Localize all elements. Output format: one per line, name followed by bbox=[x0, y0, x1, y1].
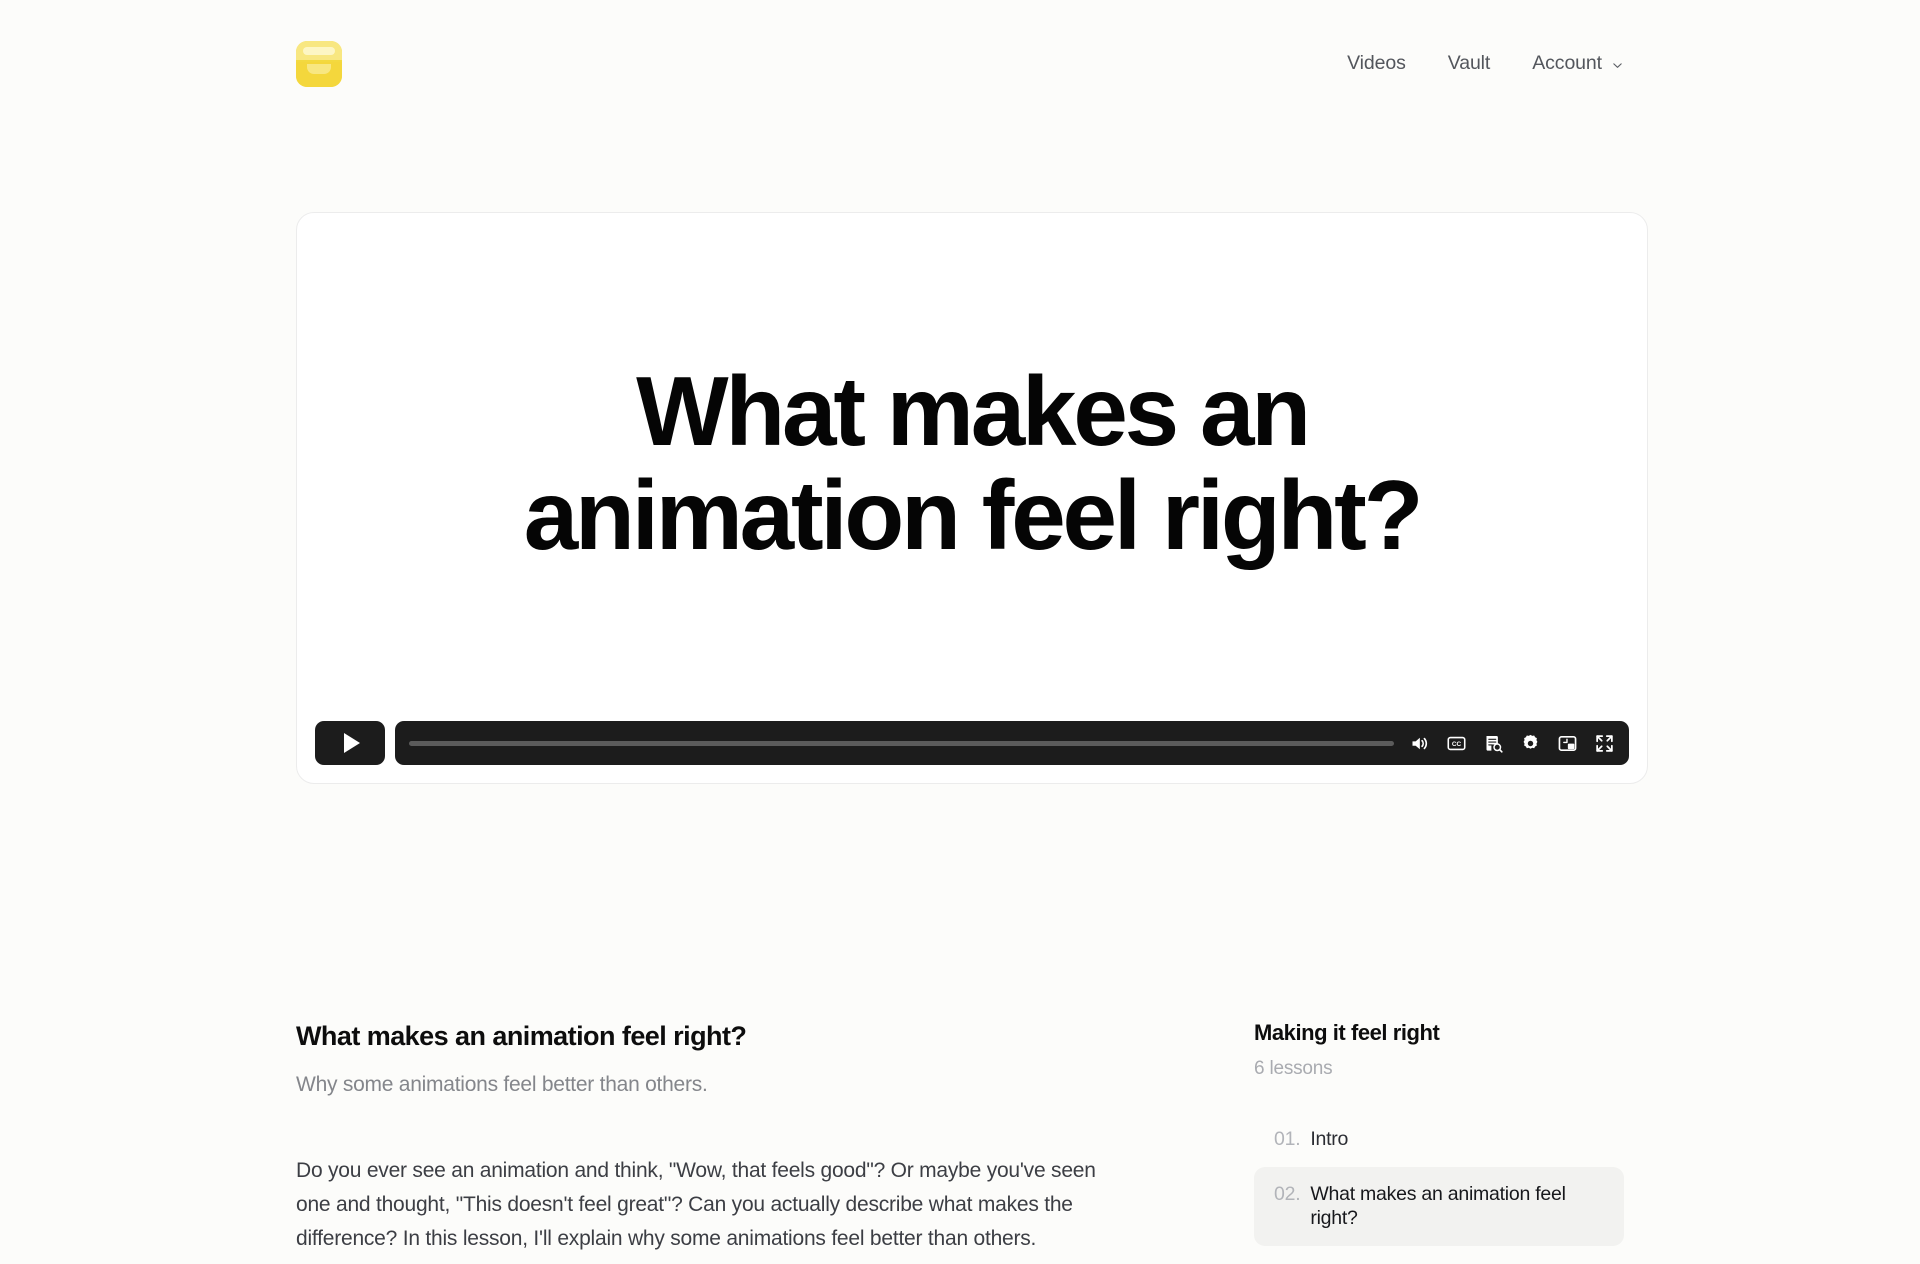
main-nav: Videos Vault Account bbox=[1347, 54, 1624, 74]
lessons-count-label: 6 lessons bbox=[1254, 1058, 1333, 1080]
volume-icon[interactable] bbox=[1408, 732, 1430, 754]
lesson-number: 01. bbox=[1274, 1128, 1301, 1151]
svg-text:CC: CC bbox=[1451, 741, 1461, 748]
video-player-card: What makes an animation feel right? CC bbox=[296, 212, 1648, 784]
lesson-content-row: What makes an animation feel right? Why … bbox=[296, 1020, 1624, 1264]
article-subtitle: Why some animations feel better than oth… bbox=[296, 1072, 708, 1096]
nav-account-label: Account bbox=[1532, 52, 1602, 75]
player-control-bar: CC bbox=[315, 721, 1629, 765]
video-stage[interactable]: What makes an animation feel right? CC bbox=[306, 222, 1638, 774]
lesson-number: 02. bbox=[1274, 1182, 1301, 1205]
lesson-label: The Easing Blueprint bbox=[1310, 1261, 1486, 1264]
video-poster-title: What makes an animation feel right? bbox=[523, 356, 1424, 570]
logo-tray-lid bbox=[296, 41, 342, 62]
page-title: What makes an animation feel right? bbox=[296, 1021, 747, 1051]
progress-scrubber[interactable] bbox=[409, 740, 1394, 746]
play-icon[interactable] bbox=[315, 721, 385, 765]
nav-account-menu[interactable]: Account bbox=[1532, 54, 1624, 74]
settings-gear-icon[interactable] bbox=[1519, 732, 1541, 754]
lesson-label: What makes an animation feel right? bbox=[1310, 1182, 1566, 1230]
inbox-tray-icon[interactable] bbox=[296, 41, 342, 87]
list-item[interactable]: 01. Intro bbox=[1254, 1112, 1624, 1166]
picture-in-picture-icon[interactable] bbox=[1556, 732, 1578, 754]
logo-tray-slot bbox=[307, 64, 331, 74]
play-triangle bbox=[344, 733, 360, 753]
transcript-search-icon[interactable] bbox=[1482, 732, 1504, 754]
page-root: Videos Vault Account What makes an anima… bbox=[0, 0, 1920, 1264]
closed-captions-icon[interactable]: CC bbox=[1445, 732, 1467, 754]
control-icon-group: CC bbox=[1408, 732, 1615, 754]
article-column: What makes an animation feel right? Why … bbox=[296, 1020, 1156, 1264]
list-item[interactable]: 02. What makes an animation feel right? bbox=[1254, 1166, 1624, 1246]
nav-link-vault[interactable]: Vault bbox=[1448, 54, 1491, 74]
lesson-number: 03. bbox=[1274, 1261, 1301, 1264]
fullscreen-icon[interactable] bbox=[1593, 732, 1615, 754]
lessons-list: 01. Intro 02. What makes an animation fe… bbox=[1254, 1112, 1624, 1264]
lesson-label: Intro bbox=[1310, 1128, 1349, 1151]
article-body: Do you ever see an animation and think, … bbox=[296, 1159, 1096, 1251]
site-header: Videos Vault Account bbox=[0, 0, 1920, 128]
lessons-panel: Making it feel right 6 lessons 01. Intro… bbox=[1254, 1020, 1624, 1264]
list-item[interactable]: 03. The Easing Blueprint bbox=[1254, 1246, 1624, 1264]
lessons-panel-title: Making it feel right bbox=[1254, 1020, 1440, 1045]
chevron-down-icon bbox=[1611, 59, 1624, 72]
nav-link-videos[interactable]: Videos bbox=[1347, 54, 1406, 74]
control-rail: CC bbox=[395, 721, 1629, 765]
